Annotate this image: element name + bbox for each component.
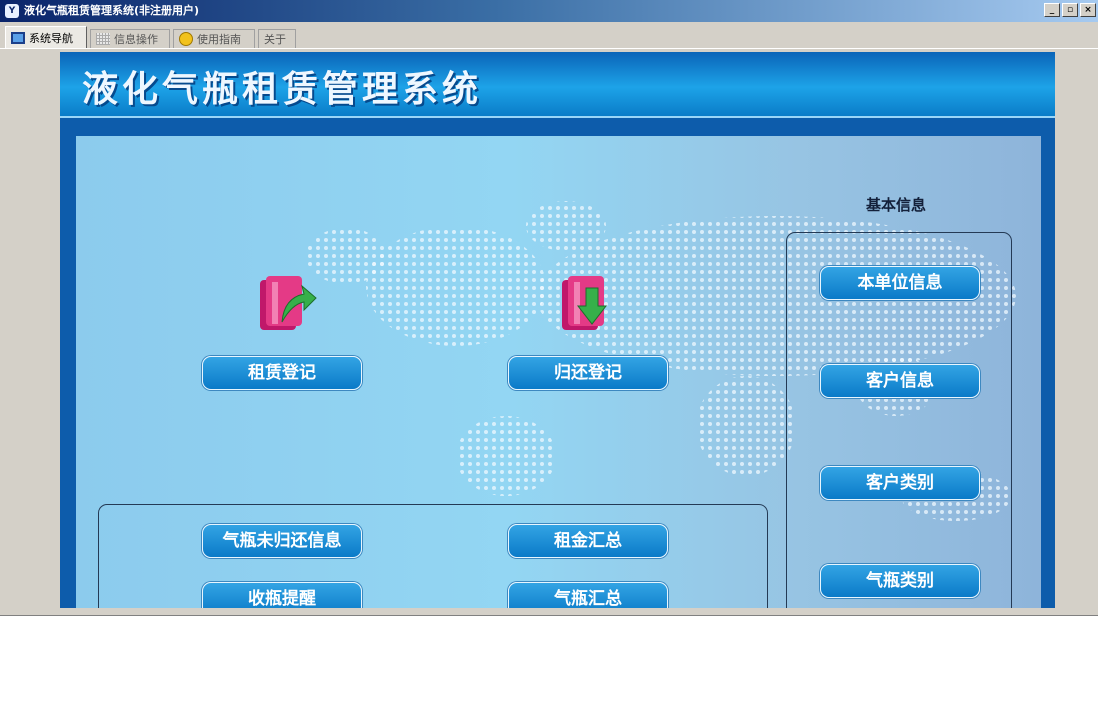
app-window: Y 液化气瓶租赁管理系统(非注册用户) _ ▫ × 系统导航 信息操作 使用指南… <box>0 0 1098 616</box>
grid-icon <box>96 33 110 45</box>
tab-divider <box>0 48 1098 49</box>
collect-reminder-button[interactable]: 收瓶提醒 <box>202 582 362 608</box>
tab-system-nav[interactable]: 系统导航 <box>5 26 87 48</box>
tab-label: 系统导航 <box>29 31 73 45</box>
title-bar[interactable]: Y 液化气瓶租赁管理系统(非注册用户) _ ▫ × <box>0 0 1098 22</box>
cylinder-type-button[interactable]: 气瓶类别 <box>820 564 980 598</box>
tab-user-guide[interactable]: 使用指南 <box>173 29 255 48</box>
close-icon[interactable]: × <box>1080 3 1096 17</box>
customer-type-button[interactable]: 客户类别 <box>820 466 980 500</box>
tab-label: 关于 <box>264 33 286 46</box>
tab-about[interactable]: 关于 <box>258 29 296 48</box>
system-title: 液化气瓶租赁管理系统 <box>82 69 483 110</box>
tab-label: 使用指南 <box>197 33 241 46</box>
rent-summary-button[interactable]: 租金汇总 <box>508 524 668 558</box>
unreturned-info-button[interactable]: 气瓶未归还信息 <box>202 524 362 558</box>
header-banner: 液化气瓶租赁管理系统 <box>60 52 1055 116</box>
unit-info-button[interactable]: 本单位信息 <box>820 266 980 300</box>
tab-info-ops[interactable]: 信息操作 <box>90 29 170 48</box>
header-separator <box>60 116 1055 118</box>
minimize-icon[interactable]: _ <box>1044 3 1060 17</box>
return-folder-icon <box>562 276 608 330</box>
monitor-icon <box>11 31 25 44</box>
app-logo-icon: Y <box>5 4 19 18</box>
tab-label: 信息操作 <box>114 33 158 46</box>
tab-bar: 系统导航 信息操作 使用指南 关于 <box>0 26 1098 48</box>
rent-folder-icon <box>260 276 317 330</box>
window-controls: _ ▫ × <box>1044 3 1096 17</box>
cylinder-summary-button[interactable]: 气瓶汇总 <box>508 582 668 608</box>
rent-register-button[interactable]: 租赁登记 <box>202 356 362 390</box>
return-register-button[interactable]: 归还登记 <box>508 356 668 390</box>
customer-info-button[interactable]: 客户信息 <box>820 364 980 398</box>
main-panel: 租赁登记 归还登记 气瓶未归还信息 租金汇总 收瓶提醒 气瓶汇总 基本信息 本单… <box>76 136 1041 608</box>
restore-icon[interactable]: ▫ <box>1062 3 1078 17</box>
help-icon <box>179 32 193 46</box>
window-title: 液化气瓶租赁管理系统(非注册用户) <box>24 4 200 17</box>
navigation-page: 液化气瓶租赁管理系统 租赁登记 归还登记 气瓶未归还信息 租金汇总 收瓶提醒 气… <box>60 52 1055 608</box>
basic-info-label: 基本信息 <box>865 196 926 214</box>
